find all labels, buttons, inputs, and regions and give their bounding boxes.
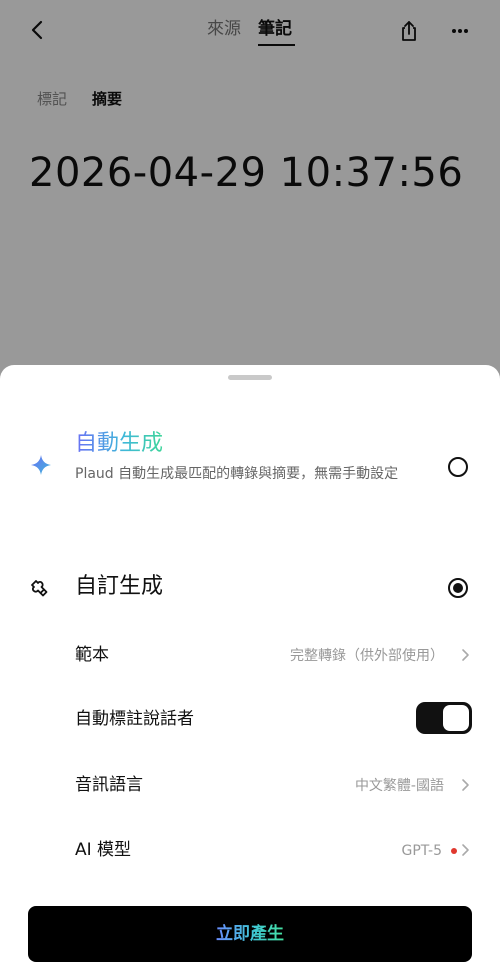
new-badge-dot [451, 848, 457, 854]
generate-now-button[interactable]: 立即產生 [28, 906, 472, 962]
custom-generate-title: 自訂生成 [75, 574, 164, 599]
auto-generate-title: 自動生成 [75, 429, 163, 459]
radio-selected-dot [453, 583, 463, 593]
generation-options-sheet: 自動生成 Plaud 自動生成最匹配的轉錄與摘要，無需手動設定 自訂生成 範本 … [0, 365, 500, 968]
custom-generate-radio[interactable] [448, 578, 468, 598]
custom-generate-option[interactable]: 自訂生成 [0, 565, 500, 611]
sparkle-icon [31, 455, 51, 475]
sheet-grabber[interactable] [228, 375, 272, 380]
generate-now-label: 立即產生 [216, 924, 284, 944]
ai-model-label: AI 模型 [75, 840, 132, 860]
audio-language-option[interactable]: 音訊語言 中文繁體-國語 [0, 763, 500, 807]
puzzle-icon [31, 580, 48, 597]
speaker-labeling-toggle[interactable] [416, 702, 472, 734]
chevron-right-icon [462, 844, 469, 856]
speaker-labeling-option: 自動標註說話者 [0, 697, 500, 741]
audio-language-value: 中文繁體-國語 [354, 778, 444, 794]
auto-generate-option[interactable]: 自動生成 Plaud 自動生成最匹配的轉錄與摘要，無需手動設定 [0, 425, 500, 515]
template-value: 完整轉錄（供外部使用） [290, 648, 444, 664]
toggle-knob [443, 705, 469, 731]
template-option[interactable]: 範本 完整轉錄（供外部使用） [0, 633, 500, 677]
audio-language-label: 音訊語言 [75, 775, 143, 795]
chevron-right-icon [462, 779, 469, 791]
chevron-right-icon [462, 649, 469, 661]
auto-generate-radio[interactable] [448, 457, 468, 477]
speaker-labeling-label: 自動標註說話者 [75, 709, 194, 729]
ai-model-value: GPT-5 [401, 843, 442, 859]
auto-generate-description: Plaud 自動生成最匹配的轉錄與摘要，無需手動設定 [75, 466, 399, 482]
template-label: 範本 [75, 645, 109, 665]
ai-model-option[interactable]: AI 模型 GPT-5 [0, 828, 500, 872]
